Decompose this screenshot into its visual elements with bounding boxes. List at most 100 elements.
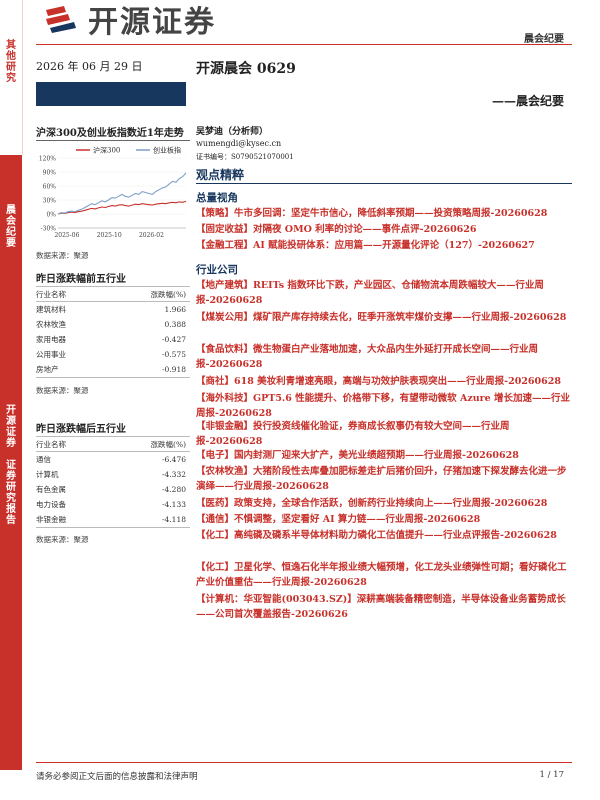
- report-item-link[interactable]: 【医药】政策支持，全球合作活跃，创新药行业持续向上——行业周报-20260628: [196, 496, 570, 511]
- side-label-char: 研: [6, 482, 16, 493]
- chart-source: 数据来源：聚源: [36, 251, 89, 260]
- x-tick-label: 2025-10: [97, 232, 122, 239]
- chart-title-rule: [36, 140, 190, 141]
- legend-label: 创业板指: [153, 146, 181, 155]
- change-value: -0.918: [102, 362, 190, 378]
- table-row: 计算机 -4.332: [36, 467, 190, 482]
- report-item-link[interactable]: 【商社】618 美妆利青增速亮眼，高端与功效护肤表现突出——行业周报-20260…: [196, 374, 570, 389]
- side-label-other-research: 其他研究: [0, 40, 22, 84]
- report-item-link[interactable]: 【农林牧渔】大猪阶段性去库叠加肥标差走扩后猪价回升，仔猪加速下探发酵去化进一步演…: [196, 464, 570, 494]
- side-label-char: 告: [6, 515, 16, 526]
- change-value: -4.280: [161, 485, 186, 494]
- gainers-source: 数据来源：聚源: [36, 386, 89, 395]
- industry-name: 计算机: [36, 470, 59, 479]
- side-label-char: 报: [6, 504, 16, 515]
- side-label-char: 其: [6, 40, 16, 51]
- author-email[interactable]: wumengdi@kysec.cn: [196, 139, 281, 148]
- section-title-highlights: 观点精粹: [196, 168, 245, 182]
- industry-name: 有色金属: [36, 485, 66, 494]
- table-row: 非银金融 -4.118: [36, 512, 190, 528]
- series-line: [57, 172, 187, 215]
- side-label-char: 券: [6, 471, 16, 482]
- gainers-table: 行业名称 涨跌幅(%) 建筑材料 1.966 农林牧渔 0.388 家用电器 -0.427…: [36, 286, 190, 378]
- page-number: 1 / 17: [539, 770, 565, 780]
- author-name: 吴梦迪（分析师）: [196, 127, 269, 137]
- change-value: 0.388: [164, 320, 186, 329]
- side-label-char: 证: [6, 427, 16, 438]
- change-value: -4.133: [161, 500, 186, 509]
- x-tick-label: 2025-06: [54, 232, 79, 239]
- side-label-char: 晨: [6, 205, 16, 216]
- report-item-link[interactable]: 【电子】国内封测厂迎来大扩产，美光业绩超预期——行业周报-20260628: [196, 448, 570, 463]
- industry-name: 建筑材料: [36, 305, 66, 314]
- header-category: 晨会纪要: [524, 34, 564, 45]
- losers-table: 行业名称 涨跌幅(%) 通信 -6.476 计算机 -4.332 有色金属 -4.280 电…: [36, 436, 190, 528]
- side-label-char: 要: [6, 238, 16, 249]
- side-label-char: 开: [6, 405, 16, 416]
- report-item-link[interactable]: 【固定收益】对隔夜 OMO 利率的讨论——事件点评-20260626: [196, 222, 570, 237]
- side-label-morning-note: 晨会纪要: [0, 205, 22, 249]
- table-row: 建筑材料 1.966: [36, 302, 190, 318]
- report-item-link[interactable]: 【煤炭公用】煤矿限产库存持续去化，旺季开涨筑牢煤价支撑——行业周报-202606…: [196, 310, 570, 325]
- report-item-link[interactable]: 【化工】卫星化学、恒逸石化半年报业绩大幅预增，化工龙头业绩弹性可期；看好磷化工产…: [196, 560, 570, 590]
- footer-divider: [36, 762, 572, 763]
- side-label-char: 券: [6, 438, 16, 449]
- industry-name: 电力设备: [36, 500, 66, 509]
- losers-source: 数据来源：聚源: [36, 535, 89, 544]
- industry-heading: 行业公司: [196, 264, 238, 276]
- change-value: -6.476: [161, 455, 186, 464]
- side-label-char: 纪: [6, 227, 16, 238]
- series-line: [57, 200, 187, 215]
- y-tick-label: 120%: [39, 156, 56, 163]
- header-divider: [36, 44, 572, 45]
- macro-heading: 总量视角: [196, 192, 238, 204]
- change-value: -0.575: [161, 350, 186, 359]
- y-tick-label: 0%: [46, 212, 56, 219]
- y-tick-label: 90%: [43, 170, 57, 177]
- industry-name: 农林牧渔: [36, 320, 66, 329]
- x-tick-label: 2026-02: [139, 232, 164, 239]
- industry-name: 房地产: [36, 362, 103, 378]
- side-label-char: 究: [6, 493, 16, 504]
- side-label-char: 他: [6, 51, 16, 62]
- y-tick-label: 60%: [43, 184, 57, 191]
- table-header-cell: 涨跌幅(%): [102, 436, 190, 452]
- chart-title: 沪深300及创业板指数近1年走势: [36, 128, 184, 139]
- table-row: 房地产 -0.918: [36, 362, 190, 378]
- legend-label: 沪深300: [93, 146, 120, 155]
- report-item-link[interactable]: 【海外科技】GPT5.6 性能提升、价格带下移，有望带动微软 Azure 增长加…: [196, 391, 570, 421]
- report-item-link[interactable]: 【化工】高纯磷及磷系半导体材料助力磷化工估值提升——行业点评报告-2026062…: [196, 528, 570, 543]
- report-item-link[interactable]: 【通信】不惧调整，坚定看好 AI 算力链——行业周报-20260628: [196, 512, 570, 527]
- change-value: 1.966: [164, 305, 186, 314]
- report-date: 2026 年 06 月 29 日: [36, 60, 143, 73]
- side-label-char: 研: [6, 62, 16, 73]
- report-item-link[interactable]: 【地产建筑】REITs 指数环比下跌，产业园区、仓储物流本周跌幅较大——行业周报…: [196, 278, 570, 308]
- change-value: -4.332: [161, 470, 186, 479]
- section-title-rule: [196, 183, 572, 184]
- side-label-char: 会: [6, 216, 16, 227]
- brand-logo: 开源证券: [44, 2, 216, 40]
- report-item-link[interactable]: 【食品饮料】微生物蛋白产业落地加速，大众品内生外延打开成长空间——行业周报-20…: [196, 342, 570, 372]
- side-label-char: 究: [6, 73, 16, 84]
- footer-disclaimer: 请务必参阅正文后面的信息披露和法律声明: [36, 772, 198, 782]
- industry-name: 家用电器: [36, 335, 66, 344]
- report-item-link[interactable]: 【策略】牛市多回调：坚定牛市信心，降低斜率预期——投资策略周报-20260628: [196, 206, 570, 221]
- report-subtitle: ——晨会纪要: [491, 94, 564, 108]
- side-label-char: 证: [6, 460, 16, 471]
- y-tick-label: 30%: [43, 198, 57, 205]
- side-label-char: 源: [6, 416, 16, 427]
- date-banner-box: [36, 82, 186, 106]
- table-row: 电力设备 -4.133: [36, 497, 190, 512]
- change-value: -0.427: [161, 335, 186, 344]
- report-item-link[interactable]: 【金融工程】AI 赋能投研体系：应用篇——开源量化评论（127）-2026062…: [196, 238, 570, 253]
- author-cert: 证书编号：S0790521070001: [196, 153, 294, 161]
- report-item-link[interactable]: 【非银金融】投行投资线催化验证，券商成长叙事仍有较大空间——行业周报-20260…: [196, 419, 570, 449]
- report-item-link[interactable]: 【计算机：华亚智能(003043.SZ)】深耕高端装备精密制造，半导体设备业务蓄…: [196, 592, 570, 622]
- industry-name: 通信: [36, 455, 51, 464]
- side-label-char: [0, 449, 22, 460]
- table-header-cell: 涨跌幅(%): [102, 286, 190, 302]
- industry-name: 公用事业: [36, 350, 66, 359]
- side-label-securities-report: 开源证券 证券研究报告: [0, 405, 22, 526]
- side-strip-bottom: [0, 300, 22, 770]
- kaiyuan-logo-icon: [46, 6, 76, 33]
